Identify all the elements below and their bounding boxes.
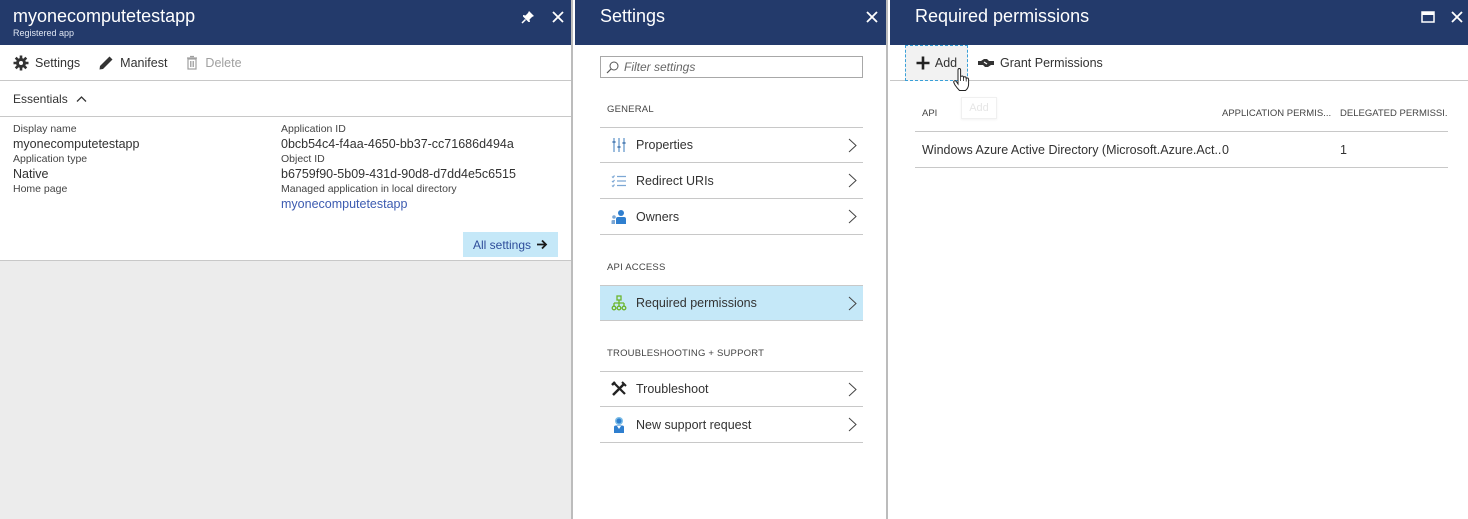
- plus-icon: [916, 56, 930, 70]
- application-id-value: 0bcb54c4-f4aa-4650-bb37-cc71686d494a: [281, 137, 514, 151]
- blade-empty-area: [0, 260, 571, 519]
- all-settings-label: All settings: [472, 237, 532, 252]
- app-subtitle: Registered app: [13, 28, 75, 38]
- essentials-toggle[interactable]: Essentials: [0, 81, 571, 117]
- essentials-left-column: Display name myonecomputetestapp Applica…: [13, 123, 139, 195]
- close-icon[interactable]: [549, 8, 567, 26]
- column-delegated-permissions[interactable]: DELEGATED PERMISSI...: [1340, 108, 1448, 119]
- all-settings-button[interactable]: All settings: [463, 232, 558, 257]
- required-permissions-header: Required permissions: [890, 0, 1468, 45]
- redirect-uris-label: Redirect URIs: [636, 173, 714, 188]
- chevron-right-icon: [848, 138, 857, 153]
- delete-button[interactable]: Delete: [185, 55, 242, 70]
- menu-item-new-support-request[interactable]: New support request: [600, 407, 863, 443]
- app-blade: myonecomputetestapp Registered app Setti…: [0, 0, 573, 519]
- grant-permissions-label: Grant Permissions: [1000, 56, 1103, 70]
- grant-permissions-button[interactable]: Grant Permissions: [978, 45, 1103, 81]
- menu-item-troubleshoot[interactable]: Troubleshoot: [600, 371, 863, 407]
- close-icon[interactable]: [1448, 8, 1466, 26]
- filter-settings-input[interactable]: [624, 60, 854, 74]
- section-general-label: GENERAL: [607, 104, 654, 115]
- hand-cursor-icon: [953, 68, 970, 91]
- settings-blade-header: Settings: [575, 0, 886, 45]
- home-page-label: Home page: [13, 183, 68, 195]
- menu-item-required-permissions[interactable]: Required permissions: [600, 285, 863, 321]
- cell-application-permissions: 0: [1222, 142, 1229, 157]
- section-troubleshooting-label: TROUBLESHOOTING + SUPPORT: [607, 348, 765, 359]
- chevron-right-icon: [848, 173, 857, 188]
- settings-label: Settings: [35, 55, 81, 70]
- settings-button[interactable]: Settings: [13, 55, 80, 71]
- app-command-bar: Settings Manifest Delete: [0, 45, 571, 81]
- general-menu: Properties Redirect URIs Owners: [600, 127, 863, 235]
- essentials-right-column: Application ID 0bcb54c4-f4aa-4650-bb37-c…: [281, 123, 516, 213]
- cell-delegated-permissions: 1: [1340, 142, 1347, 157]
- api-access-menu: Required permissions: [600, 285, 863, 321]
- chevron-right-icon: [848, 209, 857, 224]
- troubleshoot-label: Troubleshoot: [636, 382, 709, 396]
- display-name-label: Display name: [13, 123, 77, 135]
- manifest-label: Manifest: [120, 55, 168, 70]
- owners-label: Owners: [636, 209, 680, 224]
- required-permissions-blade: Required permissions Add Grant Permissio…: [890, 0, 1468, 519]
- search-icon: [606, 61, 619, 73]
- application-type-value: Native: [13, 167, 49, 181]
- chevron-up-icon: [76, 95, 87, 102]
- app-blade-header: myonecomputetestapp Registered app: [0, 0, 571, 45]
- menu-item-owners[interactable]: Owners: [600, 199, 863, 235]
- close-icon[interactable]: [863, 8, 881, 26]
- app-title: myonecomputetestapp: [13, 6, 196, 26]
- gear-icon: [13, 55, 29, 70]
- required-permissions-title: Required permissions: [915, 6, 1090, 26]
- chevron-right-icon: [848, 296, 857, 311]
- chevron-right-icon: [848, 417, 857, 432]
- essentials-label: Essentials: [13, 91, 68, 106]
- tools-icon: [610, 380, 628, 398]
- managed-app-link[interactable]: myonecomputetestapp: [281, 195, 516, 213]
- delete-label: Delete: [205, 55, 242, 70]
- object-id-value: b6759f90-5b09-431d-90d8-d7dd4e5c6515: [281, 167, 516, 181]
- properties-sliders-icon: [610, 136, 628, 154]
- add-tooltip: Add: [961, 97, 997, 119]
- application-type-label: Application type: [13, 153, 88, 165]
- pin-icon[interactable]: [519, 8, 537, 26]
- checklist-icon: [610, 172, 628, 190]
- chevron-right-icon: [848, 382, 857, 397]
- menu-item-redirect-uris[interactable]: Redirect URIs: [600, 163, 863, 199]
- table-row[interactable]: Windows Azure Active Directory (Microsof…: [915, 132, 1448, 168]
- settings-blade: Settings GENERAL Properties Redirect URI…: [575, 0, 888, 519]
- troubleshooting-menu: Troubleshoot New support request: [600, 371, 863, 443]
- manifest-button[interactable]: Manifest: [98, 55, 167, 71]
- pencil-icon: [99, 56, 113, 69]
- cell-api: Windows Azure Active Directory (Microsof…: [922, 142, 1222, 157]
- display-name-value: myonecomputetestapp: [13, 137, 140, 151]
- required-permissions-label: Required permissions: [636, 296, 757, 310]
- maximize-icon[interactable]: [1419, 8, 1437, 26]
- application-id-label: Application ID: [281, 123, 346, 135]
- support-person-icon: [610, 416, 628, 434]
- owners-users-icon: [610, 208, 628, 226]
- handshake-icon: [978, 59, 994, 67]
- trash-icon: [187, 55, 198, 70]
- new-support-request-label: New support request: [636, 417, 752, 432]
- hierarchy-icon: [610, 294, 628, 312]
- permissions-command-bar: Add Grant Permissions: [890, 45, 1468, 81]
- filter-settings-field[interactable]: [600, 56, 863, 78]
- column-application-permissions[interactable]: APPLICATION PERMIS...: [1222, 108, 1340, 119]
- object-id-label: Object ID: [281, 153, 325, 165]
- section-api-access-label: API ACCESS: [607, 262, 666, 273]
- settings-title: Settings: [600, 6, 666, 26]
- managed-app-label: Managed application in local directory: [281, 183, 457, 195]
- menu-item-properties[interactable]: Properties: [600, 127, 863, 163]
- properties-label: Properties: [636, 138, 693, 152]
- arrow-right-icon: [537, 239, 548, 250]
